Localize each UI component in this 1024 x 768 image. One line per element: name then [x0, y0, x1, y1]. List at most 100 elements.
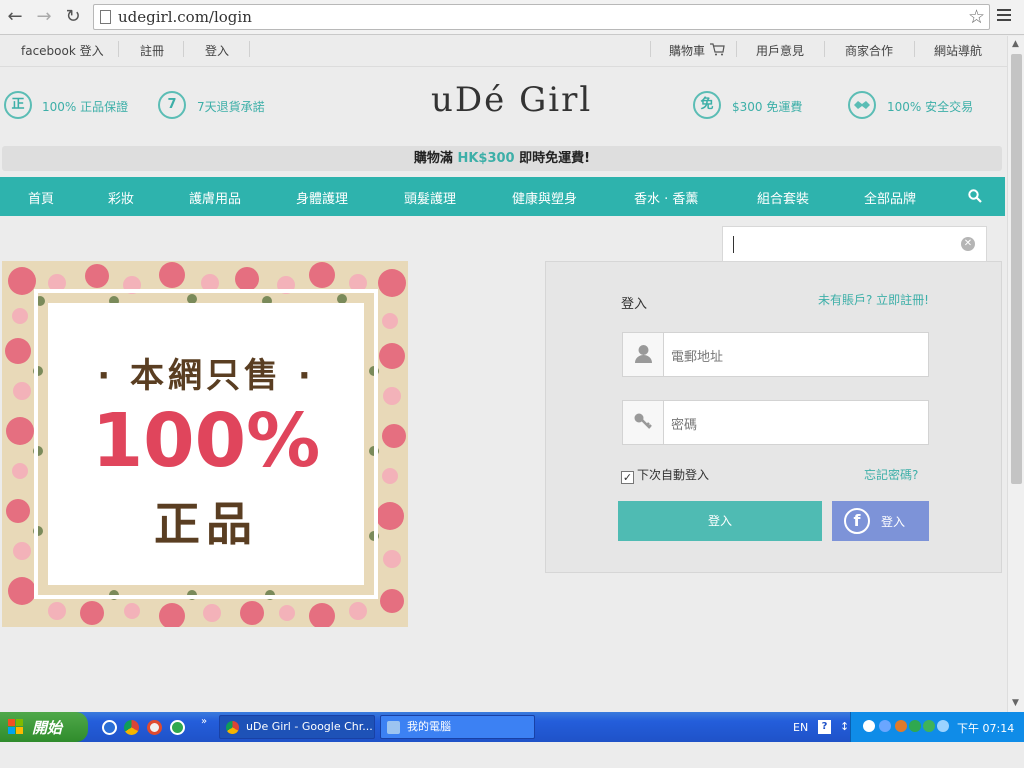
reload-icon[interactable]: ↻	[62, 6, 84, 28]
vertical-scrollbar[interactable]: ▲ ▼	[1007, 36, 1024, 712]
tray-display-icon[interactable]	[937, 720, 949, 732]
facebook-icon: f	[844, 508, 870, 534]
login-link[interactable]: 登入	[205, 42, 229, 59]
promo-banner: 購物滿 HK$300 即時免運費!	[2, 146, 1002, 171]
task-my-computer[interactable]: 我的電腦	[380, 715, 535, 739]
email-field[interactable]: 電郵地址	[622, 332, 929, 377]
clear-search-icon[interactable]: ✕	[961, 237, 975, 251]
promo-prefix: 購物滿	[413, 151, 458, 166]
divider	[249, 41, 250, 57]
main-nav: 首頁 彩妝 護膚用品 身體護理 頭髮護理 健康與塑身 香水 · 香薰 組合套裝 …	[0, 177, 1005, 216]
search-icon[interactable]	[968, 189, 982, 203]
tray-update-icon[interactable]	[923, 720, 935, 732]
nav-makeup[interactable]: 彩妝	[108, 188, 134, 207]
handshake-icon	[848, 91, 876, 119]
computer-icon	[387, 721, 400, 734]
banner-card: · 本網只售 · 100% 正品	[48, 303, 364, 585]
chrome-icon[interactable]	[124, 720, 139, 735]
facebook-login-button[interactable]: f 登入	[832, 501, 929, 541]
login-submit-button[interactable]: 登入	[618, 501, 822, 541]
tray-arrow-icon[interactable]	[863, 720, 875, 732]
clock[interactable]: 下午 07:14	[957, 720, 1014, 736]
register-link[interactable]: 註冊	[140, 42, 164, 59]
bookmark-star-icon[interactable]: ☆	[968, 6, 985, 28]
divider	[736, 41, 737, 57]
task-chrome[interactable]: uDe Girl - Google Chr...	[219, 715, 375, 739]
return-badge-icon: 7	[158, 91, 186, 119]
divider	[914, 41, 915, 57]
scroll-down-icon[interactable]: ▼	[1012, 698, 1019, 708]
user-icon	[623, 333, 664, 376]
feedback-link[interactable]: 用戶意見	[756, 42, 804, 59]
address-url: udegirl.com/login	[118, 8, 252, 26]
divider	[183, 41, 184, 57]
cart-label: 購物車	[669, 44, 706, 58]
start-label: 開始	[32, 719, 63, 737]
browser-toolbar: ← → ↻ udegirl.com/login ☆	[0, 0, 1024, 35]
scrollbar-thumb[interactable]	[1011, 54, 1022, 484]
register-now-link[interactable]: 未有賬戶? 立即註冊!	[818, 291, 929, 308]
password-field[interactable]: 密碼	[622, 400, 929, 445]
system-tray: 下午 07:14	[850, 712, 1024, 742]
nav-skincare[interactable]: 護膚用品	[189, 188, 241, 207]
start-button[interactable]: 開始	[0, 712, 88, 742]
feature-secure: 100% 安全交易	[887, 100, 974, 114]
nav-health[interactable]: 健康與塑身	[512, 188, 577, 207]
nav-all-brands[interactable]: 全部品牌	[864, 188, 916, 207]
app-icon[interactable]	[147, 720, 162, 735]
promo-suffix: 即時免運費!	[514, 151, 591, 166]
promo-amount: HK$300	[457, 151, 515, 166]
checkbox-checked-icon[interactable]: ✓	[621, 471, 634, 484]
nav-fragrance[interactable]: 香水 · 香薰	[634, 188, 698, 207]
scroll-up-icon[interactable]: ▲	[1012, 39, 1019, 49]
remember-me-checkbox[interactable]: ✓ 下次自動登入	[621, 466, 709, 484]
forward-arrow-icon[interactable]: →	[33, 6, 55, 28]
divider	[824, 41, 825, 57]
task-chrome-label: uDe Girl - Google Chr...	[246, 720, 373, 733]
nav-sets[interactable]: 組合套裝	[757, 188, 809, 207]
site-nav-link[interactable]: 網站導航	[934, 42, 982, 59]
windows-taskbar: 開始 » uDe Girl - Google Chr... 我的電腦 EN ? …	[0, 712, 1024, 742]
merchant-link[interactable]: 商家合作	[845, 42, 893, 59]
feature-genuine: 100% 正品保證	[42, 100, 129, 114]
language-indicator[interactable]: EN	[793, 721, 808, 734]
cart-link[interactable]: 購物車	[669, 42, 725, 59]
facebook-login-label: 登入	[881, 515, 906, 529]
task-my-computer-label: 我的電腦	[407, 720, 451, 733]
browser-menu-icon[interactable]	[997, 9, 1011, 23]
forgot-password-link[interactable]: 忘記密碼?	[864, 466, 918, 483]
divider	[650, 41, 651, 57]
cart-icon	[709, 43, 725, 56]
nav-hair-care[interactable]: 頭髮護理	[404, 188, 456, 207]
banner-line-2: 100%	[91, 398, 321, 484]
chrome-icon	[226, 721, 239, 734]
page-icon	[100, 10, 111, 24]
site-logo[interactable]: uDé Girl	[431, 80, 592, 120]
security-icon[interactable]	[170, 720, 185, 735]
login-panel: 登入 未有賬戶? 立即註冊! 電郵地址 密碼 ✓ 下次自動登入 忘記密碼? 登入 …	[545, 261, 1002, 573]
password-placeholder: 密碼	[671, 418, 698, 433]
show-more-icon[interactable]: »	[201, 716, 207, 727]
help-icon[interactable]: ?	[818, 720, 831, 734]
media-player-icon[interactable]	[102, 720, 117, 735]
search-input[interactable]: ✕	[722, 226, 987, 262]
ime-icon[interactable]: ↕	[840, 720, 849, 733]
facebook-login-link[interactable]: facebook 登入	[21, 42, 104, 59]
address-bar[interactable]: udegirl.com/login ☆	[93, 4, 990, 30]
network-icon[interactable]	[879, 720, 891, 732]
feature-free-shipping: $300 免運費	[732, 100, 803, 114]
top-divider	[0, 66, 1007, 67]
genuine-badge-icon: 正	[4, 91, 32, 119]
promo-image: · 本網只售 · 100% 正品	[2, 261, 408, 627]
tray-security-icon[interactable]	[909, 720, 921, 732]
back-arrow-icon[interactable]: ←	[4, 6, 26, 28]
windows-logo-icon	[8, 719, 24, 735]
nav-body-care[interactable]: 身體護理	[296, 188, 348, 207]
key-icon	[623, 401, 664, 444]
text-caret	[733, 236, 734, 253]
nav-home[interactable]: 首頁	[28, 188, 54, 207]
login-title: 登入	[621, 297, 648, 312]
banner-line-3: 正品	[154, 497, 258, 551]
tray-app-icon[interactable]	[895, 720, 907, 732]
banner-line-1: · 本網只售 ·	[97, 356, 315, 396]
